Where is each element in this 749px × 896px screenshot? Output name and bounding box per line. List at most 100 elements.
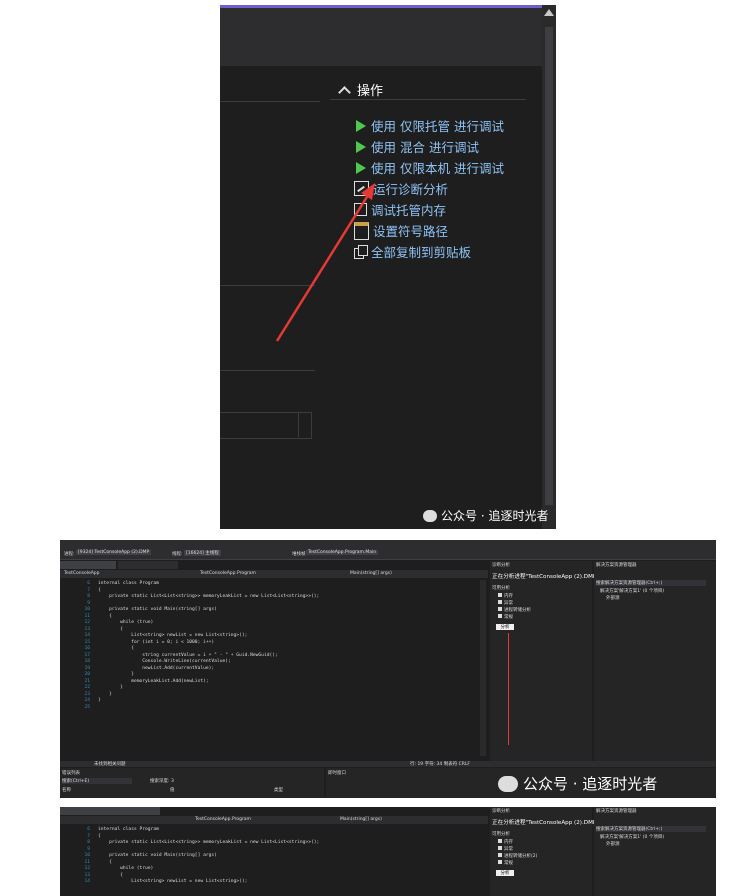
- editor-scrollbar[interactable]: [480, 580, 486, 756]
- process-select[interactable]: [9324] TestConsoleApp (2).DMP: [76, 550, 152, 555]
- code-text: newList.Add(currentValue);: [98, 665, 215, 671]
- code-text: {: [98, 587, 101, 593]
- red-arrow-annotation: [275, 183, 375, 342]
- watermark: 公众号 · 追逐时光者: [423, 507, 548, 524]
- method-dropdown[interactable]: Main(string[] args): [350, 571, 392, 576]
- project-dropdown[interactable]: TestConsoleApp: [64, 571, 100, 576]
- nav-bar: TestConsoleApp.Program Main(string[] arg…: [60, 816, 488, 824]
- solution-root[interactable]: 解决方案'解决方案1' (0 个项目): [600, 588, 664, 594]
- solution-title: 解决方案资源管理器: [596, 563, 637, 568]
- scroll-up-arrow-icon[interactable]: [544, 9, 554, 16]
- vs-window-main: 进程: [9324] TestConsoleApp (2).DMP 线程: [1…: [60, 540, 716, 798]
- menu-bar: [60, 540, 716, 549]
- code-text: {: [98, 626, 123, 632]
- red-arrow-annotation: [508, 633, 509, 745]
- code-text: {: [98, 833, 101, 839]
- code-text: internal class Program: [98, 827, 159, 832]
- code-text: }: [98, 672, 134, 677]
- line-number: 14: [84, 879, 90, 884]
- checkbox-icon[interactable]: [498, 846, 502, 850]
- immediate-window: 即时窗口 公众号 · 追逐时光者: [326, 768, 716, 798]
- diag-item[interactable]: 异常: [496, 600, 513, 606]
- diag-item[interactable]: 异常: [496, 846, 513, 852]
- wechat-icon: [423, 509, 437, 522]
- code-text: internal class Program: [98, 581, 159, 586]
- vertical-scrollbar[interactable]: [542, 5, 556, 529]
- code-text: {: [98, 859, 112, 865]
- checkbox-icon[interactable]: [498, 853, 502, 857]
- code-editor[interactable]: 6 internal class Program 7{8 private stati…: [64, 581, 478, 753]
- code-text: private static List<List<string>> memory…: [98, 840, 320, 845]
- search-depth[interactable]: 搜索深度: 3: [150, 778, 174, 784]
- checkbox-icon[interactable]: [498, 607, 502, 611]
- bottom-search[interactable]: 搜索(Ctrl+E): [62, 778, 132, 784]
- tab-dmp[interactable]: TestConsoleApp (2).DMP: [118, 561, 178, 578]
- watermark: 公众号 · 追逐时光者: [498, 773, 657, 794]
- solution-search[interactable]: 搜索解决方案资源管理器(Ctrl+;): [596, 580, 706, 586]
- code-text: {: [98, 646, 134, 651]
- nav-bar: TestConsoleApp TestConsoleApp.Program Ma…: [60, 570, 488, 578]
- diagnostics-panel: 诊断分析 正在分析进程"TestConsoleApp (2).DMP" 可用分析…: [490, 807, 599, 896]
- solution-root[interactable]: 解决方案'解决方案1' (0 个项目): [600, 834, 664, 840]
- bottom-left-panel: 错误列表 搜索(Ctrl+E) 搜索深度: 3 名称 值 类型: [60, 768, 324, 798]
- code-editor[interactable]: 6 internal class Program 7{8 private stati…: [64, 827, 478, 896]
- line-number: 25: [84, 704, 90, 710]
- code-text: List<string> newList = new List<string>(…: [98, 633, 248, 638]
- tab-dmp[interactable]: TestConsoleApp (2).DMP: [60, 807, 160, 824]
- code-text: Console.WriteLine(currentValue);: [98, 659, 231, 664]
- thread-select[interactable]: [16624] 主线程: [184, 550, 221, 556]
- solution-explorer: 解决方案资源管理器 搜索解决方案资源管理器(Ctrl+;) 解决方案'解决方案1…: [594, 561, 716, 761]
- diag-subheading: 可用分析: [492, 586, 510, 591]
- tab-program-cs[interactable]: Program.cs: [60, 561, 116, 578]
- code-text: }: [98, 691, 112, 697]
- diag-item[interactable]: 内存: [496, 593, 513, 599]
- checkbox-icon[interactable]: [498, 600, 502, 604]
- diag-item[interactable]: 常规: [496, 860, 513, 866]
- code-text: while (true): [98, 620, 154, 625]
- diag-title: 诊断分析: [492, 563, 510, 568]
- diag-item[interactable]: 进程转储分析(2): [496, 853, 537, 859]
- analyze-button[interactable]: 分析: [496, 870, 514, 876]
- vs-window-second: TestConsoleApp (2).DMP TestConsoleApp.Pr…: [60, 807, 716, 896]
- diag-item[interactable]: 内存: [496, 839, 513, 845]
- solution-explorer: 解决方案资源管理器 搜索解决方案资源管理器(Ctrl+;) 解决方案'解决方案1…: [594, 807, 716, 896]
- stack-select[interactable]: TestConsoleApp.Program.Main: [306, 550, 379, 555]
- process-label: 进程:: [64, 552, 75, 557]
- stack-label: 堆栈帧:: [292, 552, 308, 557]
- code-text: memoryLeakList.Add(newList);: [98, 678, 209, 684]
- checkbox-icon[interactable]: [498, 593, 502, 597]
- code-text: {: [98, 872, 123, 878]
- code-text: string currentValue = i + " - " + Guid.N…: [98, 652, 278, 658]
- diagnostics-panel: 诊断分析 正在分析进程"TestConsoleApp (2).DMP" 可用分析…: [490, 561, 599, 761]
- code-text: {: [98, 613, 112, 619]
- code-text: for (int i = 0; i < 1000; i++): [98, 639, 215, 645]
- diag-heading: 正在分析进程"TestConsoleApp (2).DMP": [492, 820, 599, 826]
- class-dropdown[interactable]: TestConsoleApp.Program: [200, 571, 256, 576]
- analyze-button[interactable]: 分析: [496, 624, 514, 630]
- editor-status: 未找到相关问题 行: 19 字符: 34 制表符 CRLF: [60, 761, 716, 767]
- code-text: private static void Main(string[] args): [98, 853, 217, 858]
- code-text: private static List<List<string>> memory…: [98, 594, 320, 599]
- checkbox-icon[interactable]: [498, 860, 502, 864]
- issue-status: 未找到相关问题: [94, 762, 126, 767]
- diag-heading: 正在分析进程"TestConsoleApp (2).DMP": [492, 574, 599, 580]
- code-line: 25: [64, 705, 478, 712]
- diag-item[interactable]: 进程转储分析: [496, 607, 531, 613]
- cursor-position: 行: 19 字符: 34 制表符 CRLF: [410, 762, 471, 767]
- code-text: }: [98, 698, 101, 703]
- scroll-thumb[interactable]: [545, 27, 553, 505]
- diag-item[interactable]: 常规: [496, 614, 513, 620]
- solution-external[interactable]: 外部源: [606, 595, 620, 601]
- code-text: List<string> newList = new List<string>(…: [98, 879, 248, 884]
- checkbox-icon[interactable]: [498, 839, 502, 843]
- class-dropdown[interactable]: TestConsoleApp.Program: [195, 817, 251, 822]
- method-dropdown[interactable]: Main(string[] args): [340, 817, 382, 822]
- wechat-icon: [498, 775, 518, 792]
- code-line: 14 List<string> newList = new List<strin…: [64, 879, 478, 886]
- solution-search[interactable]: 搜索解决方案资源管理器(Ctrl+;): [596, 826, 706, 832]
- debug-toolbar: 进程: [9324] TestConsoleApp (2).DMP 线程: [1…: [60, 549, 716, 560]
- code-text: while (true): [98, 866, 154, 871]
- solution-external[interactable]: 外部源: [606, 841, 620, 847]
- code-text: private static void Main(string[] args): [98, 607, 217, 612]
- checkbox-icon[interactable]: [498, 614, 502, 618]
